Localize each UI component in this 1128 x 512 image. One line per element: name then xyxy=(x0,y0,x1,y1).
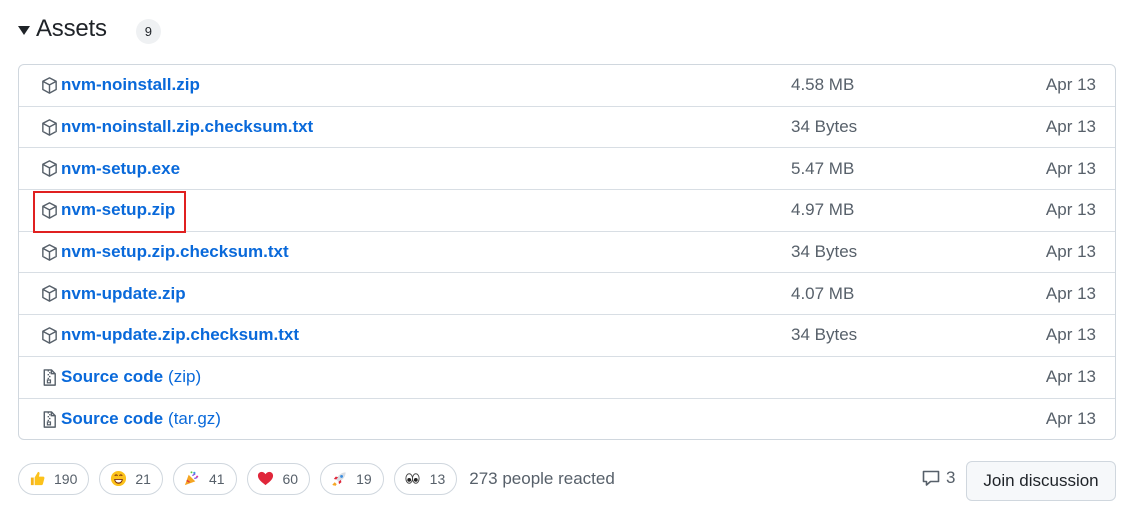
asset-name: Source code xyxy=(61,367,164,387)
package-icon xyxy=(39,325,60,346)
asset-row: nvm-noinstall.zip.checksum.txt 34 Bytes Ap… xyxy=(19,107,1115,149)
laugh-icon xyxy=(109,470,127,488)
asset-name: nvm-noinstall.zip xyxy=(61,75,200,95)
reacted-summary: 273 people reacted xyxy=(469,468,615,488)
asset-date: Apr 13 xyxy=(1045,158,1096,178)
asset-name: nvm-update.zip.checksum.txt xyxy=(61,325,300,345)
reaction-eyes-button[interactable]: 13 xyxy=(393,462,458,495)
thumbs-up-icon xyxy=(28,470,46,488)
asset-format: (zip) xyxy=(168,367,202,387)
asset-date: Apr 13 xyxy=(1045,75,1096,95)
eyes-icon xyxy=(404,470,422,488)
asset-size: 5.47 MB xyxy=(791,158,855,178)
asset-link[interactable]: nvm-update.zip xyxy=(39,273,186,314)
asset-name: nvm-setup.zip xyxy=(61,200,176,220)
asset-date: Apr 13 xyxy=(1045,200,1096,220)
reaction-rocket-button[interactable]: 19 xyxy=(320,462,384,495)
asset-format: (tar.gz) xyxy=(168,409,221,429)
reaction-count: 13 xyxy=(429,470,446,487)
asset-row: Source code (zip) Apr 13 xyxy=(19,357,1115,399)
package-icon xyxy=(39,158,60,179)
asset-link[interactable]: Source code (tar.gz) xyxy=(39,399,221,440)
package-icon xyxy=(39,200,60,221)
asset-date: Apr 13 xyxy=(1045,242,1096,262)
rocket-icon xyxy=(330,470,348,488)
asset-link[interactable]: nvm-setup.zip.checksum.txt xyxy=(39,232,289,273)
asset-row: nvm-update.zip 4.07 MB Apr 13 xyxy=(19,273,1115,316)
asset-row: nvm-setup.zip 4.97 MB Apr 13 xyxy=(19,190,1115,232)
join-discussion-button[interactable]: Join discussion xyxy=(966,461,1116,501)
asset-name: nvm-setup.zip.checksum.txt xyxy=(61,242,289,262)
asset-link[interactable]: nvm-update.zip.checksum.txt xyxy=(39,315,299,356)
asset-name: Source code xyxy=(61,409,164,429)
asset-size: 34 Bytes xyxy=(791,242,858,262)
asset-link[interactable]: nvm-setup.zip xyxy=(39,190,175,231)
asset-name: nvm-update.zip xyxy=(61,283,186,303)
asset-size: 34 Bytes xyxy=(791,325,858,345)
asset-name: nvm-setup.exe xyxy=(61,158,181,178)
reaction-count: 41 xyxy=(208,470,225,487)
hooray-icon xyxy=(183,470,201,488)
reactions-bar: 190 21 41 60 19 13 273 people reacted xyxy=(18,462,615,495)
assets-count-badge: 9 xyxy=(135,18,161,44)
caret-down-icon xyxy=(18,25,30,35)
reaction-count: 21 xyxy=(135,470,151,487)
asset-size: 4.07 MB xyxy=(791,283,855,303)
reaction-count: 60 xyxy=(282,470,299,487)
reaction-heart-button[interactable]: 60 xyxy=(246,462,311,495)
asset-row: nvm-setup.exe 5.47 MB Apr 13 xyxy=(19,148,1115,191)
discussion-count-value: 3 xyxy=(946,468,956,487)
asset-size: 34 Bytes xyxy=(791,117,858,137)
asset-link[interactable]: nvm-setup.exe xyxy=(39,148,180,189)
reaction-count: 190 xyxy=(54,470,78,487)
asset-date: Apr 13 xyxy=(1045,367,1096,387)
asset-link[interactable]: Source code (zip) xyxy=(39,357,201,398)
package-icon xyxy=(39,117,60,138)
file-zip-icon xyxy=(39,409,60,430)
asset-size: 4.97 MB xyxy=(791,200,855,220)
assets-title: Assets xyxy=(36,15,107,42)
package-icon xyxy=(39,75,60,96)
file-zip-icon xyxy=(39,367,60,388)
heart-icon xyxy=(257,470,275,488)
assets-toggle[interactable]: Assets 9 xyxy=(18,12,161,46)
reaction-hooray-button[interactable]: 41 xyxy=(172,462,237,495)
asset-size: 4.58 MB xyxy=(791,75,855,95)
asset-link[interactable]: nvm-noinstall.zip.checksum.txt xyxy=(39,107,313,148)
reaction-laugh-button[interactable]: 21 xyxy=(99,462,163,495)
asset-row: nvm-setup.zip.checksum.txt 34 Bytes Apr 13 xyxy=(19,232,1115,274)
discussion-count[interactable]: 3 xyxy=(921,468,955,488)
asset-date: Apr 13 xyxy=(1045,325,1096,345)
asset-link[interactable]: nvm-noinstall.zip xyxy=(39,65,200,106)
asset-date: Apr 13 xyxy=(1045,283,1096,303)
asset-name: nvm-noinstall.zip.checksum.txt xyxy=(61,117,314,137)
package-icon xyxy=(39,283,60,304)
comment-discussion-icon xyxy=(921,468,941,488)
reaction-count: 19 xyxy=(356,470,372,487)
asset-row: nvm-noinstall.zip 4.58 MB Apr 13 xyxy=(19,65,1115,107)
asset-row: nvm-update.zip.checksum.txt 34 Bytes Apr 1… xyxy=(19,315,1115,357)
package-icon xyxy=(39,242,60,263)
assets-list: nvm-noinstall.zip 4.58 MB Apr 13 nvm-noinst… xyxy=(18,64,1116,440)
reaction-thumbs-up-button[interactable]: 190 xyxy=(18,462,90,495)
asset-row: Source code (tar.gz) Apr 13 xyxy=(19,399,1115,440)
asset-date: Apr 13 xyxy=(1045,117,1096,137)
asset-date: Apr 13 xyxy=(1045,409,1096,429)
